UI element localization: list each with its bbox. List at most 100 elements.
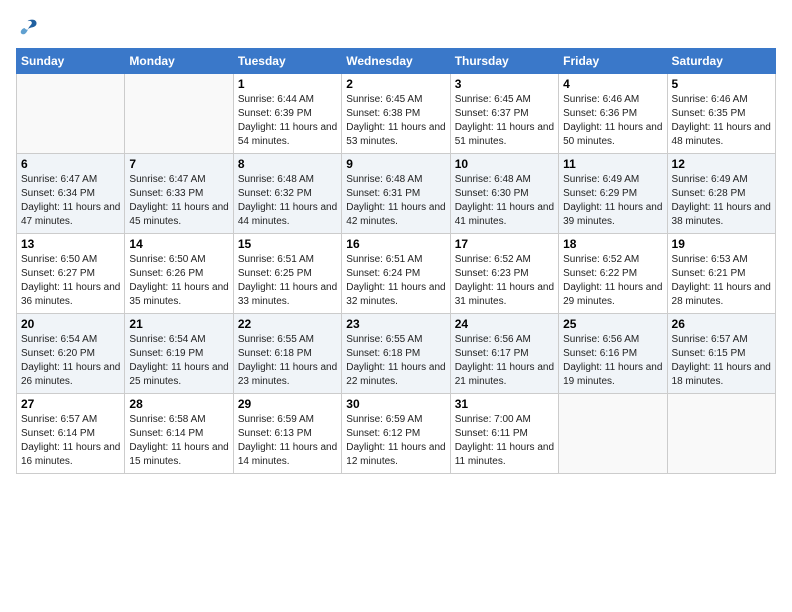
day-info: Sunrise: 6:56 AMSunset: 6:17 PMDaylight:… xyxy=(455,333,554,389)
calendar-cell: 15Sunrise: 6:51 AMSunset: 6:25 PMDayligh… xyxy=(233,234,341,314)
calendar-cell: 3 Sunrise: 6:45 AMSunset: 6:37 PMDaylight… xyxy=(450,74,558,154)
calendar-day-header: Saturday xyxy=(667,49,775,74)
day-number: 27 xyxy=(21,397,120,411)
calendar-cell: 17 Sunrise: 6:52 AMSunset: 6:23 PMDayligh… xyxy=(450,234,558,314)
logo-bird-icon xyxy=(16,16,40,40)
day-number: 11 xyxy=(563,157,662,171)
day-info: Sunrise: 6:59 AMSunset: 6:12 PMDaylight:… xyxy=(346,413,445,469)
day-info: Sunrise: 6:57 AMSunset: 6:14 PMDaylight:… xyxy=(21,413,120,469)
calendar-cell: 13Sunrise: 6:50 AMSunset: 6:27 PMDayligh… xyxy=(17,234,125,314)
calendar-cell: 26Sunrise: 6:57 AMSunset: 6:15 PMDayligh… xyxy=(667,314,775,394)
day-number: 25 xyxy=(563,317,662,331)
day-number: 16 xyxy=(346,237,445,251)
day-number: 1 xyxy=(238,77,337,91)
calendar-cell: 12Sunrise: 6:49 AMSunset: 6:28 PMDayligh… xyxy=(667,154,775,234)
calendar-cell: 14 Sunrise: 6:50 AMSunset: 6:26 PMDayligh… xyxy=(125,234,233,314)
calendar-cell: 22 Sunrise: 6:55 AMSunset: 6:18 PMDayligh… xyxy=(233,314,341,394)
calendar-week-row: 20 Sunrise: 6:54 AMSunset: 6:20 PMDayligh… xyxy=(17,314,776,394)
day-info: Sunrise: 6:51 AMSunset: 6:25 PMDaylight:… xyxy=(238,253,337,309)
day-number: 7 xyxy=(129,157,228,171)
calendar-week-row: 1 Sunrise: 6:44 AMSunset: 6:39 PMDaylight… xyxy=(17,74,776,154)
day-info: Sunrise: 6:54 AMSunset: 6:19 PMDaylight:… xyxy=(129,333,228,389)
day-number: 22 xyxy=(238,317,337,331)
calendar-cell: 30 Sunrise: 6:59 AMSunset: 6:12 PMDayligh… xyxy=(342,394,450,474)
day-info: Sunrise: 6:48 AMSunset: 6:31 PMDaylight:… xyxy=(346,173,445,229)
day-number: 29 xyxy=(238,397,337,411)
calendar-day-header: Friday xyxy=(559,49,667,74)
calendar-header-row: SundayMondayTuesdayWednesdayThursdayFrid… xyxy=(17,49,776,74)
day-info: Sunrise: 6:58 AMSunset: 6:14 PMDaylight:… xyxy=(129,413,228,469)
day-number: 9 xyxy=(346,157,445,171)
calendar-cell: 11 Sunrise: 6:49 AMSunset: 6:29 PMDayligh… xyxy=(559,154,667,234)
day-info: Sunrise: 6:51 AMSunset: 6:24 PMDaylight:… xyxy=(346,253,445,309)
day-info: Sunrise: 6:53 AMSunset: 6:21 PMDaylight:… xyxy=(672,253,771,309)
calendar-week-row: 13Sunrise: 6:50 AMSunset: 6:27 PMDayligh… xyxy=(17,234,776,314)
day-number: 23 xyxy=(346,317,445,331)
day-info: Sunrise: 6:50 AMSunset: 6:26 PMDaylight:… xyxy=(129,253,228,309)
day-number: 26 xyxy=(672,317,771,331)
calendar-cell: 4Sunrise: 6:46 AMSunset: 6:36 PMDaylight… xyxy=(559,74,667,154)
calendar-cell: 8Sunrise: 6:48 AMSunset: 6:32 PMDaylight… xyxy=(233,154,341,234)
day-info: Sunrise: 6:56 AMSunset: 6:16 PMDaylight:… xyxy=(563,333,662,389)
calendar-cell: 1 Sunrise: 6:44 AMSunset: 6:39 PMDaylight… xyxy=(233,74,341,154)
day-number: 31 xyxy=(455,397,554,411)
calendar-cell: 29Sunrise: 6:59 AMSunset: 6:13 PMDayligh… xyxy=(233,394,341,474)
calendar-cell: 21 Sunrise: 6:54 AMSunset: 6:19 PMDayligh… xyxy=(125,314,233,394)
day-number: 4 xyxy=(563,77,662,91)
day-number: 28 xyxy=(129,397,228,411)
calendar-cell: 5Sunrise: 6:46 AMSunset: 6:35 PMDaylight… xyxy=(667,74,775,154)
calendar-cell: 27 Sunrise: 6:57 AMSunset: 6:14 PMDayligh… xyxy=(17,394,125,474)
calendar-cell: 23 Sunrise: 6:55 AMSunset: 6:18 PMDayligh… xyxy=(342,314,450,394)
calendar-cell: 2 Sunrise: 6:45 AMSunset: 6:38 PMDaylight… xyxy=(342,74,450,154)
calendar-day-header: Wednesday xyxy=(342,49,450,74)
day-number: 24 xyxy=(455,317,554,331)
calendar-table: SundayMondayTuesdayWednesdayThursdayFrid… xyxy=(16,48,776,474)
day-info: Sunrise: 6:47 AMSunset: 6:33 PMDaylight:… xyxy=(129,173,228,229)
calendar-cell: 24 Sunrise: 6:56 AMSunset: 6:17 PMDayligh… xyxy=(450,314,558,394)
calendar-cell xyxy=(125,74,233,154)
calendar-cell: 19 Sunrise: 6:53 AMSunset: 6:21 PMDayligh… xyxy=(667,234,775,314)
calendar-cell: 18Sunrise: 6:52 AMSunset: 6:22 PMDayligh… xyxy=(559,234,667,314)
calendar-cell xyxy=(667,394,775,474)
day-info: Sunrise: 6:45 AMSunset: 6:37 PMDaylight:… xyxy=(455,93,554,149)
day-number: 21 xyxy=(129,317,228,331)
day-number: 12 xyxy=(672,157,771,171)
calendar-cell: 31 Sunrise: 7:00 AMSunset: 6:11 PMDayligh… xyxy=(450,394,558,474)
day-number: 14 xyxy=(129,237,228,251)
day-number: 10 xyxy=(455,157,554,171)
calendar-cell: 16 Sunrise: 6:51 AMSunset: 6:24 PMDayligh… xyxy=(342,234,450,314)
day-info: Sunrise: 6:52 AMSunset: 6:23 PMDaylight:… xyxy=(455,253,554,309)
day-number: 18 xyxy=(563,237,662,251)
day-info: Sunrise: 6:54 AMSunset: 6:20 PMDaylight:… xyxy=(21,333,120,389)
day-info: Sunrise: 6:45 AMSunset: 6:38 PMDaylight:… xyxy=(346,93,445,149)
calendar-cell xyxy=(559,394,667,474)
day-number: 17 xyxy=(455,237,554,251)
day-info: Sunrise: 6:49 AMSunset: 6:29 PMDaylight:… xyxy=(563,173,662,229)
calendar-cell: 9 Sunrise: 6:48 AMSunset: 6:31 PMDaylight… xyxy=(342,154,450,234)
day-number: 20 xyxy=(21,317,120,331)
calendar-cell: 28 Sunrise: 6:58 AMSunset: 6:14 PMDayligh… xyxy=(125,394,233,474)
calendar-week-row: 6Sunrise: 6:47 AMSunset: 6:34 PMDaylight… xyxy=(17,154,776,234)
page-header xyxy=(16,16,776,40)
day-info: Sunrise: 6:44 AMSunset: 6:39 PMDaylight:… xyxy=(238,93,337,149)
day-info: Sunrise: 7:00 AMSunset: 6:11 PMDaylight:… xyxy=(455,413,554,469)
day-info: Sunrise: 6:55 AMSunset: 6:18 PMDaylight:… xyxy=(238,333,337,389)
day-info: Sunrise: 6:46 AMSunset: 6:35 PMDaylight:… xyxy=(672,93,771,149)
day-number: 6 xyxy=(21,157,120,171)
calendar-cell: 10 Sunrise: 6:48 AMSunset: 6:30 PMDayligh… xyxy=(450,154,558,234)
day-number: 2 xyxy=(346,77,445,91)
day-number: 30 xyxy=(346,397,445,411)
day-info: Sunrise: 6:48 AMSunset: 6:30 PMDaylight:… xyxy=(455,173,554,229)
calendar-cell: 6Sunrise: 6:47 AMSunset: 6:34 PMDaylight… xyxy=(17,154,125,234)
day-number: 3 xyxy=(455,77,554,91)
calendar-day-header: Sunday xyxy=(17,49,125,74)
calendar-cell: 25 Sunrise: 6:56 AMSunset: 6:16 PMDayligh… xyxy=(559,314,667,394)
calendar-day-header: Tuesday xyxy=(233,49,341,74)
day-number: 19 xyxy=(672,237,771,251)
day-number: 13 xyxy=(21,237,120,251)
calendar-day-header: Monday xyxy=(125,49,233,74)
calendar-week-row: 27 Sunrise: 6:57 AMSunset: 6:14 PMDayligh… xyxy=(17,394,776,474)
calendar-cell xyxy=(17,74,125,154)
day-info: Sunrise: 6:55 AMSunset: 6:18 PMDaylight:… xyxy=(346,333,445,389)
calendar-day-header: Thursday xyxy=(450,49,558,74)
